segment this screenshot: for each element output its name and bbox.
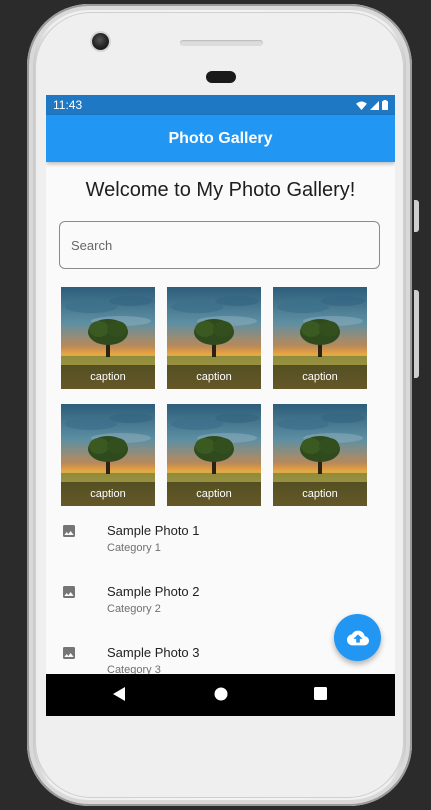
list-item-title: Sample Photo 2 xyxy=(107,584,200,599)
list-item-subtitle: Category 1 xyxy=(107,542,161,554)
upload-fab-button[interactable] xyxy=(334,614,381,661)
earpiece-speaker xyxy=(180,40,263,46)
recents-icon[interactable] xyxy=(314,687,327,700)
list-item[interactable]: Sample Photo 1 Category 1 xyxy=(46,508,395,568)
front-camera xyxy=(92,33,109,50)
photo-tile[interactable]: caption xyxy=(273,404,367,506)
app-bar-title: Photo Gallery xyxy=(168,129,273,147)
image-icon xyxy=(63,586,75,598)
photo-caption: caption xyxy=(167,365,261,389)
status-bar: 11:43 xyxy=(46,95,395,115)
power-button xyxy=(414,200,419,232)
back-icon[interactable] xyxy=(113,687,125,701)
status-time: 11:43 xyxy=(53,98,83,112)
list-item-title: Sample Photo 1 xyxy=(107,523,200,538)
search-input[interactable] xyxy=(69,236,379,254)
list-item-subtitle: Category 2 xyxy=(107,603,161,615)
proximity-sensor xyxy=(206,71,236,83)
cell-signal-icon xyxy=(370,100,379,110)
photo-caption: caption xyxy=(61,482,155,506)
device-screen: 11:43 Photo Gallery Welcome to My Photo … xyxy=(46,95,395,716)
image-icon xyxy=(63,525,75,537)
list-item-title: Sample Photo 3 xyxy=(107,645,200,660)
volume-button xyxy=(414,290,419,378)
battery-icon xyxy=(382,100,388,110)
photo-tile[interactable]: caption xyxy=(167,287,261,389)
photo-caption: caption xyxy=(273,482,367,506)
search-field[interactable] xyxy=(59,221,380,269)
status-icons xyxy=(356,100,388,110)
photo-tile[interactable]: caption xyxy=(61,287,155,389)
home-icon[interactable] xyxy=(214,687,228,701)
photo-caption: caption xyxy=(273,365,367,389)
photo-tile[interactable]: caption xyxy=(167,404,261,506)
image-icon xyxy=(63,647,75,659)
photo-tile[interactable]: caption xyxy=(61,404,155,506)
system-nav-bar xyxy=(46,674,395,716)
welcome-heading: Welcome to My Photo Gallery! xyxy=(85,179,356,201)
app-bar: Photo Gallery xyxy=(46,115,395,162)
photo-caption: caption xyxy=(61,365,155,389)
cloud-upload-icon xyxy=(346,630,369,645)
wifi-icon xyxy=(356,100,367,110)
photo-caption: caption xyxy=(167,482,261,506)
photo-tile[interactable]: caption xyxy=(273,287,367,389)
